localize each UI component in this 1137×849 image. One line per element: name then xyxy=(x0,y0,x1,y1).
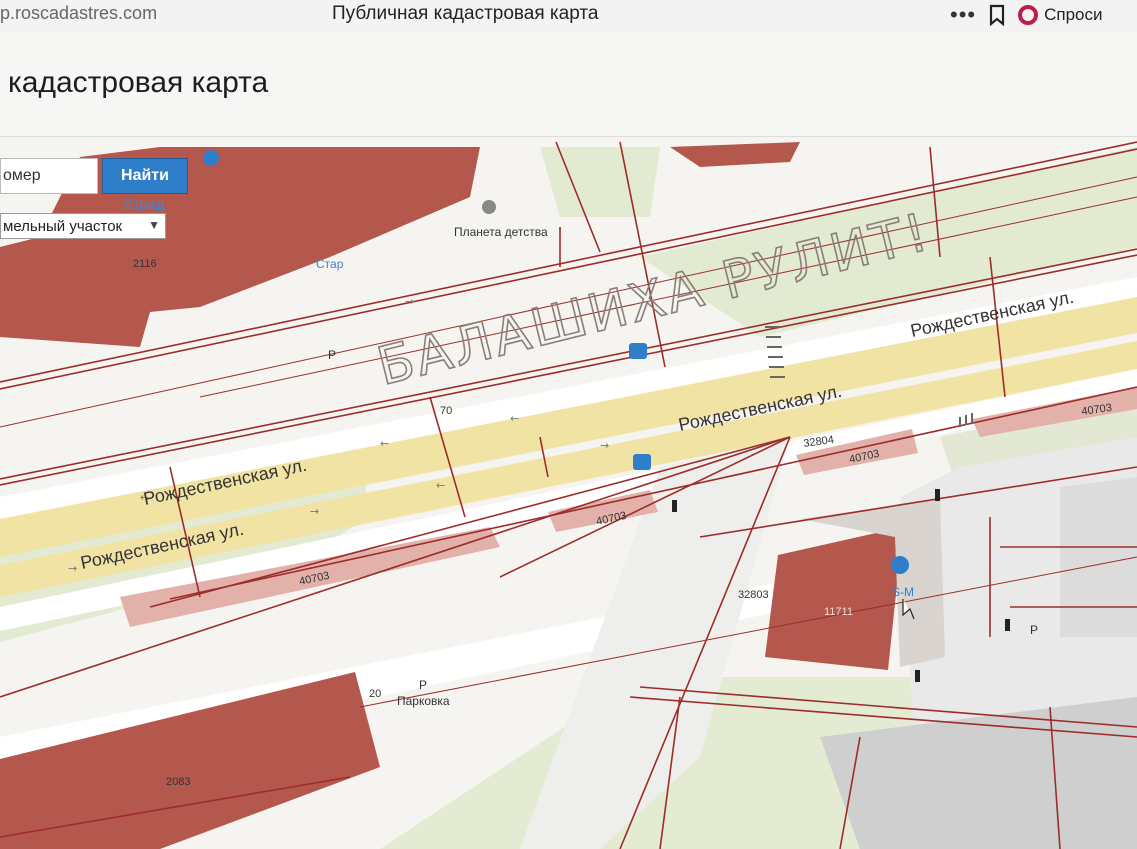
bookmark-icon[interactable] xyxy=(988,4,1006,26)
assistant-button[interactable]: Спроси xyxy=(1018,5,1103,25)
barrier-icon xyxy=(1005,619,1010,631)
poi-label: Планета детства xyxy=(454,225,548,239)
browser-actions: ••• Спроси xyxy=(950,0,1103,30)
parcel-number: 70 xyxy=(440,405,452,417)
poi-label: Юрид xyxy=(124,196,165,213)
bus-stop-icon[interactable] xyxy=(633,454,651,470)
barrier-icon xyxy=(672,500,677,512)
parcel-number: 11711 xyxy=(824,606,853,618)
browser-toolbar: p.roscadastres.com Публичная кадастровая… xyxy=(0,0,1137,32)
parcel-number: 20 xyxy=(369,688,381,700)
bus-stop-icon[interactable] xyxy=(629,343,647,359)
find-button[interactable]: Найти xyxy=(102,158,188,194)
arrow-left-icon: ← xyxy=(380,437,389,450)
object-type-select[interactable]: мельный участок ▼ xyxy=(0,213,166,239)
poi-icon[interactable] xyxy=(482,200,496,214)
cadastral-map[interactable]: → ← ← ← ← → → → Рождественская ул. Рожде… xyxy=(0,137,1137,849)
store-icon[interactable] xyxy=(891,556,909,574)
assistant-label: Спроси xyxy=(1044,5,1103,24)
page-header: кадастровая карта xyxy=(0,32,1137,137)
browser-tab-title: Публичная кадастровая карта xyxy=(332,3,599,24)
arrow-right-icon: → xyxy=(310,505,319,518)
parcel-number: 2116 xyxy=(133,258,157,270)
chevron-down-icon: ▼ xyxy=(148,218,160,232)
parcel-number: 2083 xyxy=(166,776,190,788)
poi-label: Парковка xyxy=(397,694,450,708)
parcel-number: 32803 xyxy=(738,589,769,601)
parking-icon: P xyxy=(1030,623,1038,637)
shop-icon[interactable] xyxy=(203,150,219,166)
parking-icon: P xyxy=(419,678,427,692)
arrow-left-icon: ← xyxy=(510,412,519,425)
more-dots-icon[interactable]: ••• xyxy=(950,4,976,26)
arrow-left-icon: ← xyxy=(436,479,445,492)
arrow-right-icon: → xyxy=(405,295,414,308)
assistant-icon xyxy=(1018,5,1039,25)
barrier-icon xyxy=(935,489,940,501)
arrow-right-icon: → xyxy=(600,439,609,452)
parking-icon: P xyxy=(328,348,336,362)
object-type-value: мельный участок xyxy=(3,217,123,235)
green-area xyxy=(540,147,660,217)
lot-area xyxy=(1060,477,1137,637)
poi-label: S-M xyxy=(892,585,914,599)
page-title: кадастровая карта xyxy=(8,66,269,99)
address-bar[interactable]: p.roscadastres.com xyxy=(0,3,157,24)
arrow-right-icon: → xyxy=(68,562,77,575)
cadastral-number-input[interactable] xyxy=(0,158,98,194)
search-panel: Найти xyxy=(0,158,188,194)
barrier-icon xyxy=(915,670,920,682)
poi-label: Стар xyxy=(316,257,344,271)
